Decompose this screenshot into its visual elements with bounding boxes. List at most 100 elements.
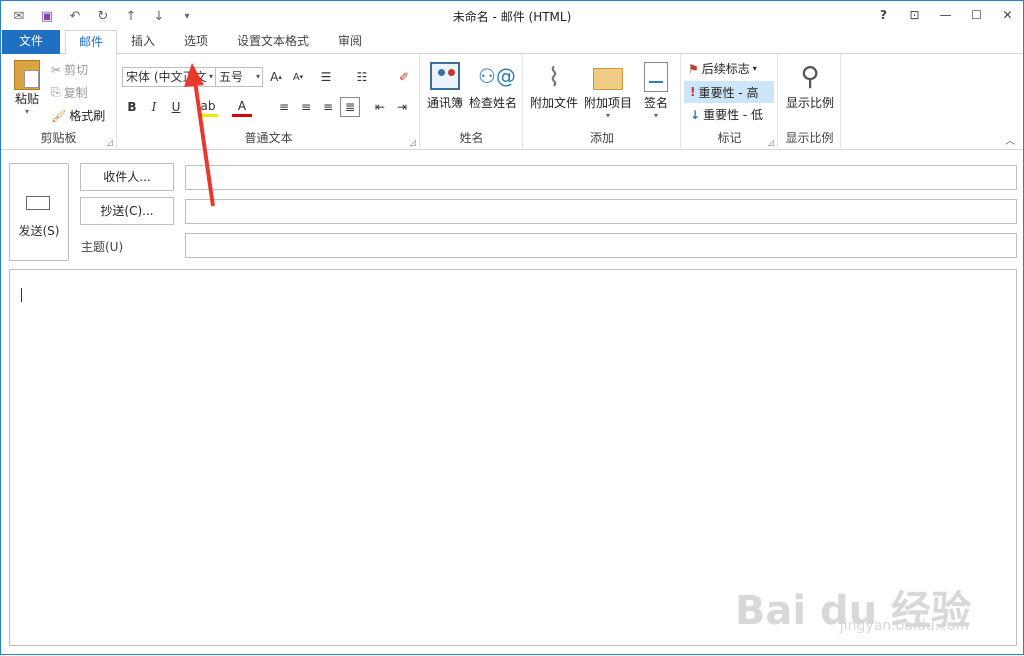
font-color-icon[interactable]: A <box>232 97 252 117</box>
align-center-icon[interactable]: ≡ <box>296 97 316 117</box>
follow-up-label: 后续标志 <box>701 62 750 76</box>
address-book-icon <box>430 62 460 90</box>
check-names-button[interactable]: ⚇@ 检查姓名 <box>467 62 519 111</box>
ribbon-tabs: 文件 邮件 插入 选项 设置文本格式 审阅 <box>1 30 1023 55</box>
clipboard-launcher-icon[interactable]: ◿ <box>107 138 113 147</box>
window-controls: ? ⊡ — ☐ ✕ <box>868 1 1023 29</box>
font-name-combo[interactable]: 宋体 (中文正文 ▾ <box>122 67 216 87</box>
copy-icon: ⎘ <box>51 85 61 99</box>
address-book-button[interactable]: 通讯簿 <box>425 62 465 111</box>
justify-icon[interactable]: ≣ <box>340 97 360 117</box>
magnifier-icon: ⚲ <box>800 62 820 92</box>
zoom-group-label: 显示比例 <box>785 131 834 145</box>
align-left-icon[interactable]: ≡ <box>274 97 294 117</box>
envelope-attach-icon <box>593 68 623 90</box>
exclamation-icon: ! <box>690 85 696 99</box>
attach-item-button[interactable]: 附加项目 ▾ <box>582 62 634 120</box>
font-name-value: 宋体 (中文正文 <box>126 70 207 84</box>
send-button[interactable]: 发送(S) <box>9 163 69 261</box>
highlight-icon[interactable]: ab <box>198 97 218 117</box>
low-importance-button[interactable]: ↓ 重要性 - 低 <box>690 106 763 123</box>
numbering-icon[interactable]: ☷ <box>352 67 372 87</box>
underline-icon[interactable]: U <box>166 97 186 117</box>
tags-group-label: 标记 <box>717 131 742 145</box>
tags-group: ⚑ 后续标志 ▾ ! 重要性 - 高 ↓ 重要性 - 低 标记 ◿ <box>682 54 778 150</box>
cut-button[interactable]: ✂ 剪切 <box>51 61 88 78</box>
names-group-label: 姓名 <box>459 131 484 145</box>
watermark-sub: jingyan.baidu.com <box>839 618 969 634</box>
copy-button[interactable]: ⎘ 复制 <box>51 84 88 101</box>
attach-file-label: 附加文件 <box>529 96 578 110</box>
signature-label: 签名 <box>643 96 668 110</box>
high-importance-button[interactable]: ! 重要性 - 高 <box>684 81 774 103</box>
tab-message[interactable]: 邮件 <box>65 30 117 55</box>
increase-indent-icon[interactable]: ⇥ <box>392 97 412 117</box>
to-button[interactable]: 收件人... <box>80 163 174 191</box>
format-painter-label: 格式刷 <box>69 109 106 123</box>
cc-field[interactable] <box>185 199 1017 224</box>
zoom-button[interactable]: ⚲ 显示比例 <box>783 60 837 111</box>
ribbon-display-options-icon[interactable]: ⊡ <box>899 1 930 29</box>
attach-item-label: 附加项目 <box>583 96 632 110</box>
signature-icon <box>644 62 668 92</box>
help-button[interactable]: ? <box>868 1 899 29</box>
minimize-icon[interactable]: — <box>930 1 961 29</box>
subject-label: 主题(U) <box>81 240 124 254</box>
check-names-label: 检查姓名 <box>468 96 517 110</box>
clear-formatting-icon[interactable]: ✐ <box>394 67 414 87</box>
font-size-combo[interactable]: 五号 ▾ <box>215 67 263 87</box>
attach-file-button[interactable]: ⌇ 附加文件 <box>528 62 580 111</box>
align-right-icon[interactable]: ≡ <box>318 97 338 117</box>
cut-label: 剪切 <box>64 63 89 77</box>
italic-icon[interactable]: I <box>144 97 164 117</box>
flag-icon: ⚑ <box>688 61 699 76</box>
to-field[interactable] <box>185 165 1017 190</box>
tab-file[interactable]: 文件 <box>2 30 60 54</box>
zoom-label: 显示比例 <box>785 96 834 110</box>
paste-label: 粘贴 <box>14 92 39 106</box>
subject-field[interactable] <box>185 233 1017 258</box>
tags-launcher-icon[interactable]: ◿ <box>768 138 774 147</box>
cc-button[interactable]: 抄送(C)... <box>80 197 174 225</box>
include-group-label: 添加 <box>589 131 614 145</box>
text-cursor <box>21 288 22 302</box>
signature-button[interactable]: 签名 ▾ <box>636 62 676 120</box>
high-importance-label: 重要性 - 高 <box>698 85 759 100</box>
include-group: ⌇ 附加文件 附加项目 ▾ 签名 ▾ 添加 <box>524 54 681 150</box>
tab-options[interactable]: 选项 <box>173 30 219 54</box>
low-importance-label: 重要性 - 低 <box>703 108 764 122</box>
ribbon: 粘贴 ▾ ✂ 剪切 ⎘ 复制 🖌 格式刷 剪贴板 ◿ 宋体 (中文正文 ▾ 五号 ▾ A ▴… <box>1 54 1023 150</box>
scissors-icon: ✂ <box>51 62 62 77</box>
address-book-label: 通讯簿 <box>426 96 463 110</box>
close-icon[interactable]: ✕ <box>992 1 1023 29</box>
send-label: 发送(S) <box>18 224 60 238</box>
zoom-group: ⚲ 显示比例 显示比例 <box>779 54 841 150</box>
collapse-ribbon-icon[interactable]: ︿ <box>1005 132 1015 147</box>
basic-text-group-label: 普通文本 <box>244 131 293 145</box>
tab-insert[interactable]: 插入 <box>121 30 165 54</box>
basic-text-launcher-icon[interactable]: ◿ <box>410 138 416 147</box>
send-icon <box>26 196 50 210</box>
decrease-indent-icon[interactable]: ⇤ <box>370 97 390 117</box>
clipboard-group: 粘贴 ▾ ✂ 剪切 ⎘ 复制 🖌 格式刷 剪贴板 ◿ <box>1 54 117 150</box>
names-group: 通讯簿 ⚇@ 检查姓名 姓名 <box>421 54 523 150</box>
arrow-down-icon: ↓ <box>690 107 701 122</box>
paste-button[interactable]: 粘贴 ▾ <box>7 60 47 116</box>
clipboard-icon <box>14 60 40 90</box>
shrink-font-icon[interactable]: A ▾ <box>288 67 308 87</box>
follow-up-button[interactable]: ⚑ 后续标志 ▾ <box>688 60 757 77</box>
format-painter-button[interactable]: 🖌 格式刷 <box>51 107 105 124</box>
chevron-down-icon: ▾ <box>208 72 213 81</box>
grow-font-icon[interactable]: A ▴ <box>266 67 286 87</box>
font-size-value: 五号 <box>219 70 244 84</box>
outlook-compose-window: ✉ ▣ ↶ ↻ ↑ ↓ ▾ 未命名 - 邮件 (HTML) ? ⊡ — ☐ ✕ … <box>0 0 1024 655</box>
bullets-icon[interactable]: ☰ <box>316 67 336 87</box>
brush-icon: 🖌 <box>51 108 67 123</box>
bold-icon[interactable]: B <box>122 97 142 117</box>
check-names-icon: ⚇@ <box>478 64 516 88</box>
tab-format-text[interactable]: 设置文本格式 <box>229 30 317 54</box>
maximize-icon[interactable]: ☐ <box>961 1 992 29</box>
paperclip-icon: ⌇ <box>547 63 561 93</box>
tab-review[interactable]: 审阅 <box>329 30 371 54</box>
title-bar: ✉ ▣ ↶ ↻ ↑ ↓ ▾ 未命名 - 邮件 (HTML) ? ⊡ — ☐ ✕ <box>1 1 1023 31</box>
